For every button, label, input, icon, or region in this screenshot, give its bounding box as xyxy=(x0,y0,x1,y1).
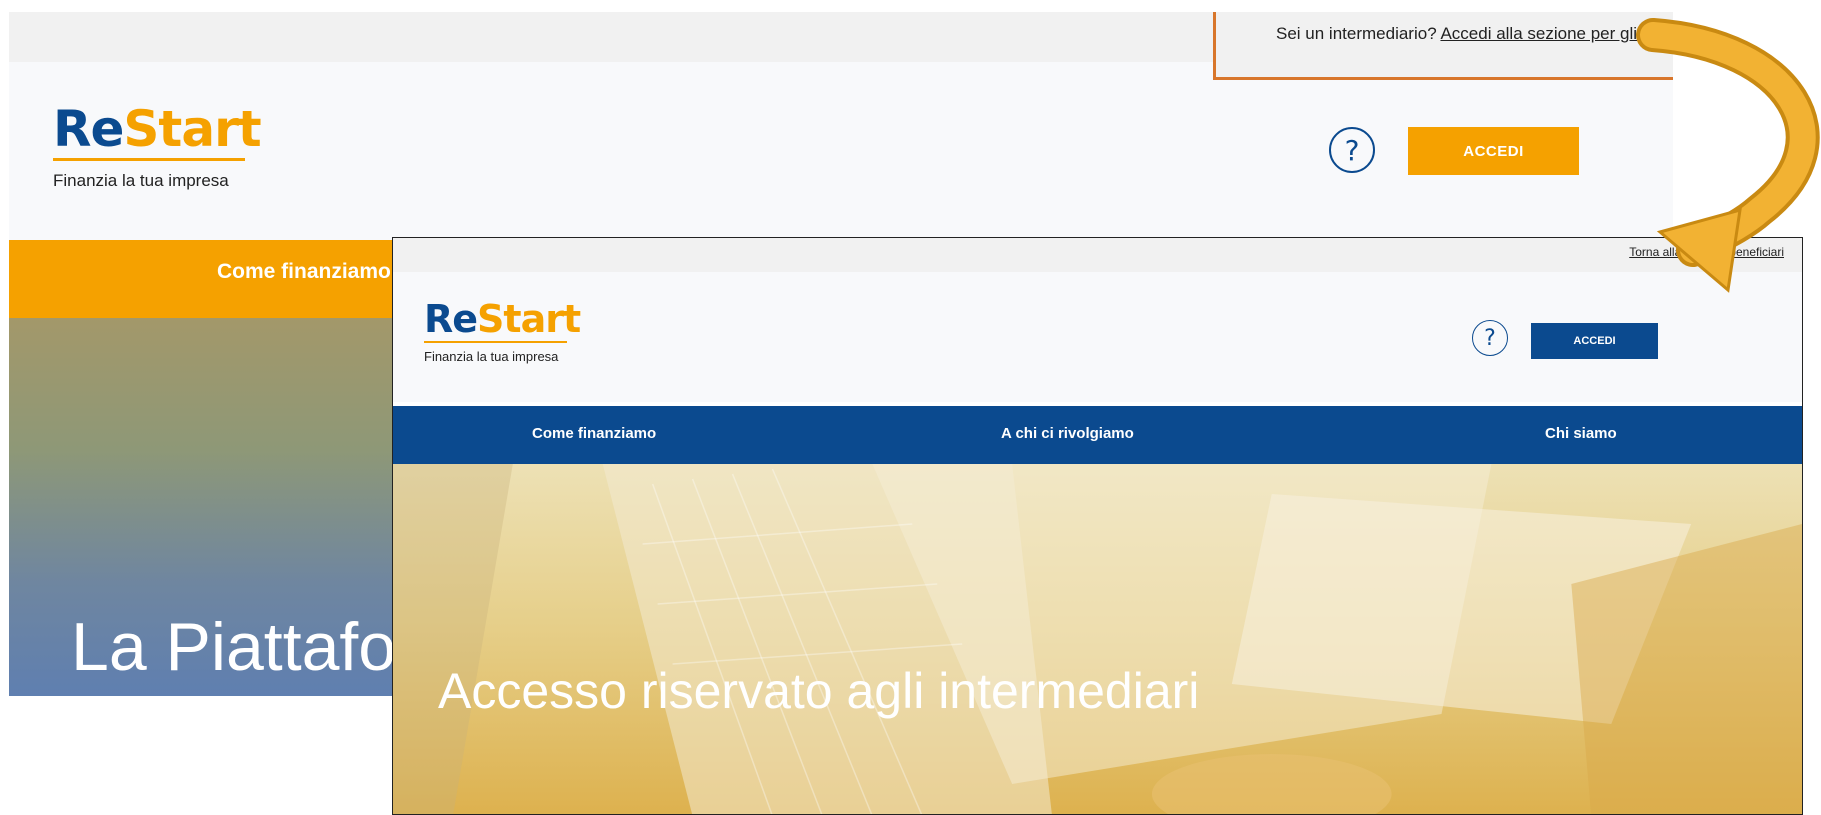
hero-title: La Piattafo xyxy=(71,609,397,685)
hero-title: Accesso riservato agli intermediari xyxy=(438,663,1200,719)
logo-tagline: Finanzia la tua impresa xyxy=(424,349,559,364)
accedi-button[interactable]: ACCEDI xyxy=(1531,323,1658,359)
nav-item-come-finanziamo[interactable]: Come finanziamo xyxy=(217,260,391,284)
nav-item-a-chi-ci-rivolgiamo[interactable]: A chi ci rivolgiamo xyxy=(1001,425,1134,442)
main-nav: Come finanziamo A chi ci rivolgiamo Chi … xyxy=(393,406,1802,464)
hero-photo-decoration xyxy=(393,464,1802,814)
intermediary-prompt: Sei un intermediario? Accedi alla sezion… xyxy=(1276,24,1660,44)
logo-tagline: Finanzia la tua impresa xyxy=(53,171,229,190)
logo-underline xyxy=(53,158,245,161)
intermediary-highlight-box: Sei un intermediario? Accedi alla sezion… xyxy=(1213,12,1673,80)
nav-item-come-finanziamo[interactable]: Come finanziamo xyxy=(532,425,656,442)
help-icon[interactable]: ? xyxy=(1472,320,1508,356)
intermediary-question: Sei un intermediario? xyxy=(1276,24,1437,43)
top-bar: Torna alla sezione beneficiari xyxy=(393,238,1802,272)
nav-item-chi-siamo[interactable]: Chi siamo xyxy=(1545,425,1617,442)
restart-logo[interactable]: ReStart Finanzia la tua impresa xyxy=(53,104,262,191)
intermediari-page-screenshot: Torna alla sezione beneficiari ReStart F… xyxy=(392,237,1803,815)
accedi-button[interactable]: ACCEDI xyxy=(1408,127,1579,175)
restart-logo[interactable]: ReStart Finanzia la tua impresa xyxy=(424,297,581,364)
back-to-beneficiari-link[interactable]: Torna alla sezione beneficiari xyxy=(1629,245,1784,259)
help-icon[interactable]: ? xyxy=(1329,127,1375,173)
hero-banner: Accesso riservato agli intermediari xyxy=(393,464,1802,814)
logo-underline xyxy=(424,341,567,343)
intermediary-access-link[interactable]: Accedi alla sezione per gli int xyxy=(1440,24,1659,43)
logo-start: Start xyxy=(123,100,261,158)
logo-re: Re xyxy=(424,297,478,341)
logo-re: Re xyxy=(53,100,124,158)
logo-start: Start xyxy=(477,297,581,341)
